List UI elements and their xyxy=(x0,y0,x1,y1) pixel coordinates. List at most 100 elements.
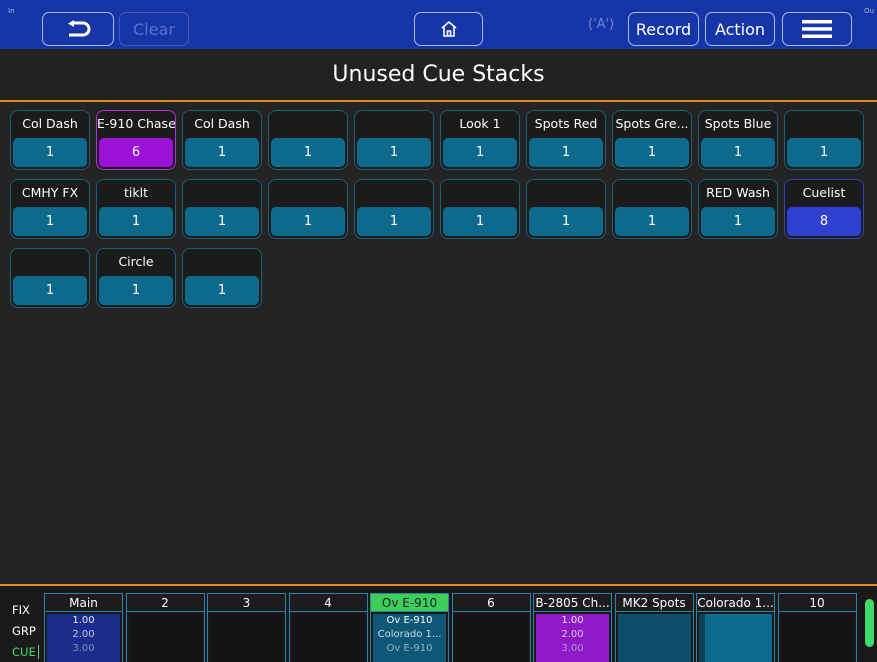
playback-fader[interactable]: 10 xyxy=(777,593,857,662)
playback-fader[interactable]: 6 xyxy=(451,593,531,662)
cue-stack-button[interactable]: 1 xyxy=(784,110,864,170)
cue-stack-name: Cuelist xyxy=(785,180,863,205)
cue-stack-count: 1 xyxy=(443,207,517,236)
fader-body xyxy=(291,614,365,662)
cue-stack-name xyxy=(785,111,863,136)
cue-stack-button[interactable]: 1 xyxy=(354,110,434,170)
cue-stack-name: Circle xyxy=(97,249,175,274)
cue-stack-button[interactable]: E-910 Chase 6 xyxy=(96,110,176,170)
page-title-bar: Unused Cue Stacks xyxy=(0,49,877,102)
fader-line: 3.00 xyxy=(72,643,95,654)
cue-stack-button[interactable]: 1 xyxy=(612,179,692,239)
playback-fader[interactable]: 3 xyxy=(207,593,286,662)
cue-stack-count: 1 xyxy=(185,138,259,167)
fader-line: Ov E-910 xyxy=(386,643,433,654)
home-icon xyxy=(440,20,457,37)
scroll-indicator[interactable] xyxy=(865,599,874,647)
fader-line: 1.00 xyxy=(72,615,95,626)
fader-body: 1.00 2.00 3.00 xyxy=(536,614,609,662)
menu-button[interactable] xyxy=(782,12,852,46)
cue-stack-name: Look 1 xyxy=(441,111,519,136)
cue-stack-button[interactable]: CMHY FX 1 xyxy=(10,179,90,239)
fader-line: 3.00 xyxy=(561,643,584,654)
cue-stack-count: 1 xyxy=(443,138,517,167)
cue-stack-button[interactable]: tiklt 1 xyxy=(96,179,176,239)
fader-label: Ov E-910 xyxy=(371,594,448,612)
cue-stack-button[interactable]: 1 xyxy=(354,179,434,239)
cue-stack-name xyxy=(269,111,347,136)
fader-body xyxy=(617,614,691,662)
cue-stack-name: RED Wash xyxy=(699,180,777,205)
cue-stack-button[interactable]: Look 11 xyxy=(440,110,520,170)
cue-stack-button[interactable]: 1 xyxy=(10,248,90,308)
fader-line: Colorado 1... xyxy=(377,629,442,640)
cue-stack-button[interactable]: Col Dash 1 xyxy=(10,110,90,170)
fader-label: MK2 Spots xyxy=(615,594,693,612)
playback-fader[interactable]: 2 xyxy=(125,593,205,662)
cue-stack-name xyxy=(183,249,261,274)
cue-stack-name xyxy=(527,180,605,205)
record-button[interactable]: Record xyxy=(628,12,699,46)
cue-stack-button[interactable]: Spots Red 1 xyxy=(526,110,606,170)
cue-stack-button[interactable]: 1 xyxy=(440,179,520,239)
playback-fader[interactable]: B-2805 Ch... 1.00 2.00 3.00 xyxy=(533,593,612,662)
clear-button[interactable]: Clear xyxy=(119,12,189,46)
playback-fader[interactable]: 4 xyxy=(288,593,368,662)
fader-label: 10 xyxy=(778,594,856,612)
cue-stack-count: 1 xyxy=(529,138,603,167)
cue-stack-count: 1 xyxy=(13,207,87,236)
cue-stack-count: 1 xyxy=(701,207,775,236)
cue-stack-count: 1 xyxy=(271,207,345,236)
cue-stack-button[interactable]: 1 xyxy=(182,179,262,239)
cue-stack-button[interactable]: 1 xyxy=(182,248,262,308)
top-toolbar: In Ou Clear ('A') Record Action xyxy=(0,0,877,49)
playback-fader[interactable]: Colorado 1... xyxy=(696,593,775,662)
mode-fix[interactable]: FIX xyxy=(12,600,39,621)
playback-fader[interactable]: Ov E-910 Ov E-910 Colorado 1... Ov E-910 xyxy=(370,593,449,662)
fader-body: 1.00 2.00 3.00 xyxy=(47,614,120,662)
cue-stack-button[interactable]: Cuelist 8 xyxy=(784,179,864,239)
cue-stack-count: 1 xyxy=(99,207,173,236)
undo-icon xyxy=(68,20,91,37)
cue-stack-name xyxy=(355,180,433,205)
cue-stack-button[interactable]: 1 xyxy=(526,179,606,239)
cue-stack-count: 6 xyxy=(99,138,173,167)
cue-stack-count: 1 xyxy=(271,138,345,167)
playback-fader[interactable]: Main 1.00 2.00 3.00 xyxy=(44,593,123,662)
fader-body xyxy=(128,614,202,662)
mode-selector: FIX GRP CUE xyxy=(12,600,39,662)
playback-fader[interactable]: MK2 Spots xyxy=(614,593,694,662)
mode-grp[interactable]: GRP xyxy=(12,621,39,642)
cue-stack-button[interactable]: Col Dash 1 xyxy=(182,110,262,170)
cue-stack-button[interactable]: 1 xyxy=(268,179,348,239)
cue-stack-button[interactable]: Circle 1 xyxy=(96,248,176,308)
page-title: Unused Cue Stacks xyxy=(332,62,545,87)
input-indicator: In xyxy=(8,7,15,15)
cue-stack-name: Spots Blue xyxy=(699,111,777,136)
fader-label: Main xyxy=(45,594,122,612)
cue-stack-button[interactable]: RED Wash 1 xyxy=(698,179,778,239)
fader-label: 3 xyxy=(208,594,285,612)
fader-label: 4 xyxy=(289,594,367,612)
fader-line: 2.00 xyxy=(561,629,584,640)
cue-stack-name: Spots Gre... xyxy=(613,111,691,136)
fader-label: Colorado 1... xyxy=(697,594,774,612)
fader-label: 6 xyxy=(452,594,530,612)
fader-body: Ov E-910 Colorado 1... Ov E-910 xyxy=(373,614,446,662)
cue-stack-count: 1 xyxy=(529,207,603,236)
cue-stack-button[interactable]: 1 xyxy=(268,110,348,170)
cue-stack-name xyxy=(613,180,691,205)
home-button[interactable] xyxy=(414,12,483,46)
fader-line: Ov E-910 xyxy=(386,615,433,626)
cue-stack-count: 8 xyxy=(787,207,861,236)
action-button[interactable]: Action xyxy=(705,12,775,46)
cue-stack-button[interactable]: Spots Gre... 1 xyxy=(612,110,692,170)
mode-cue[interactable]: CUE xyxy=(12,645,39,659)
undo-button[interactable] xyxy=(42,12,114,46)
cue-stack-name xyxy=(183,180,261,205)
app-window: In Ou Clear ('A') Record Action Unused C… xyxy=(0,0,877,662)
cue-stack-button[interactable]: Spots Blue 1 xyxy=(698,110,778,170)
cue-stack-count: 1 xyxy=(99,276,173,305)
cue-stack-name xyxy=(355,111,433,136)
fader-body xyxy=(699,614,772,662)
